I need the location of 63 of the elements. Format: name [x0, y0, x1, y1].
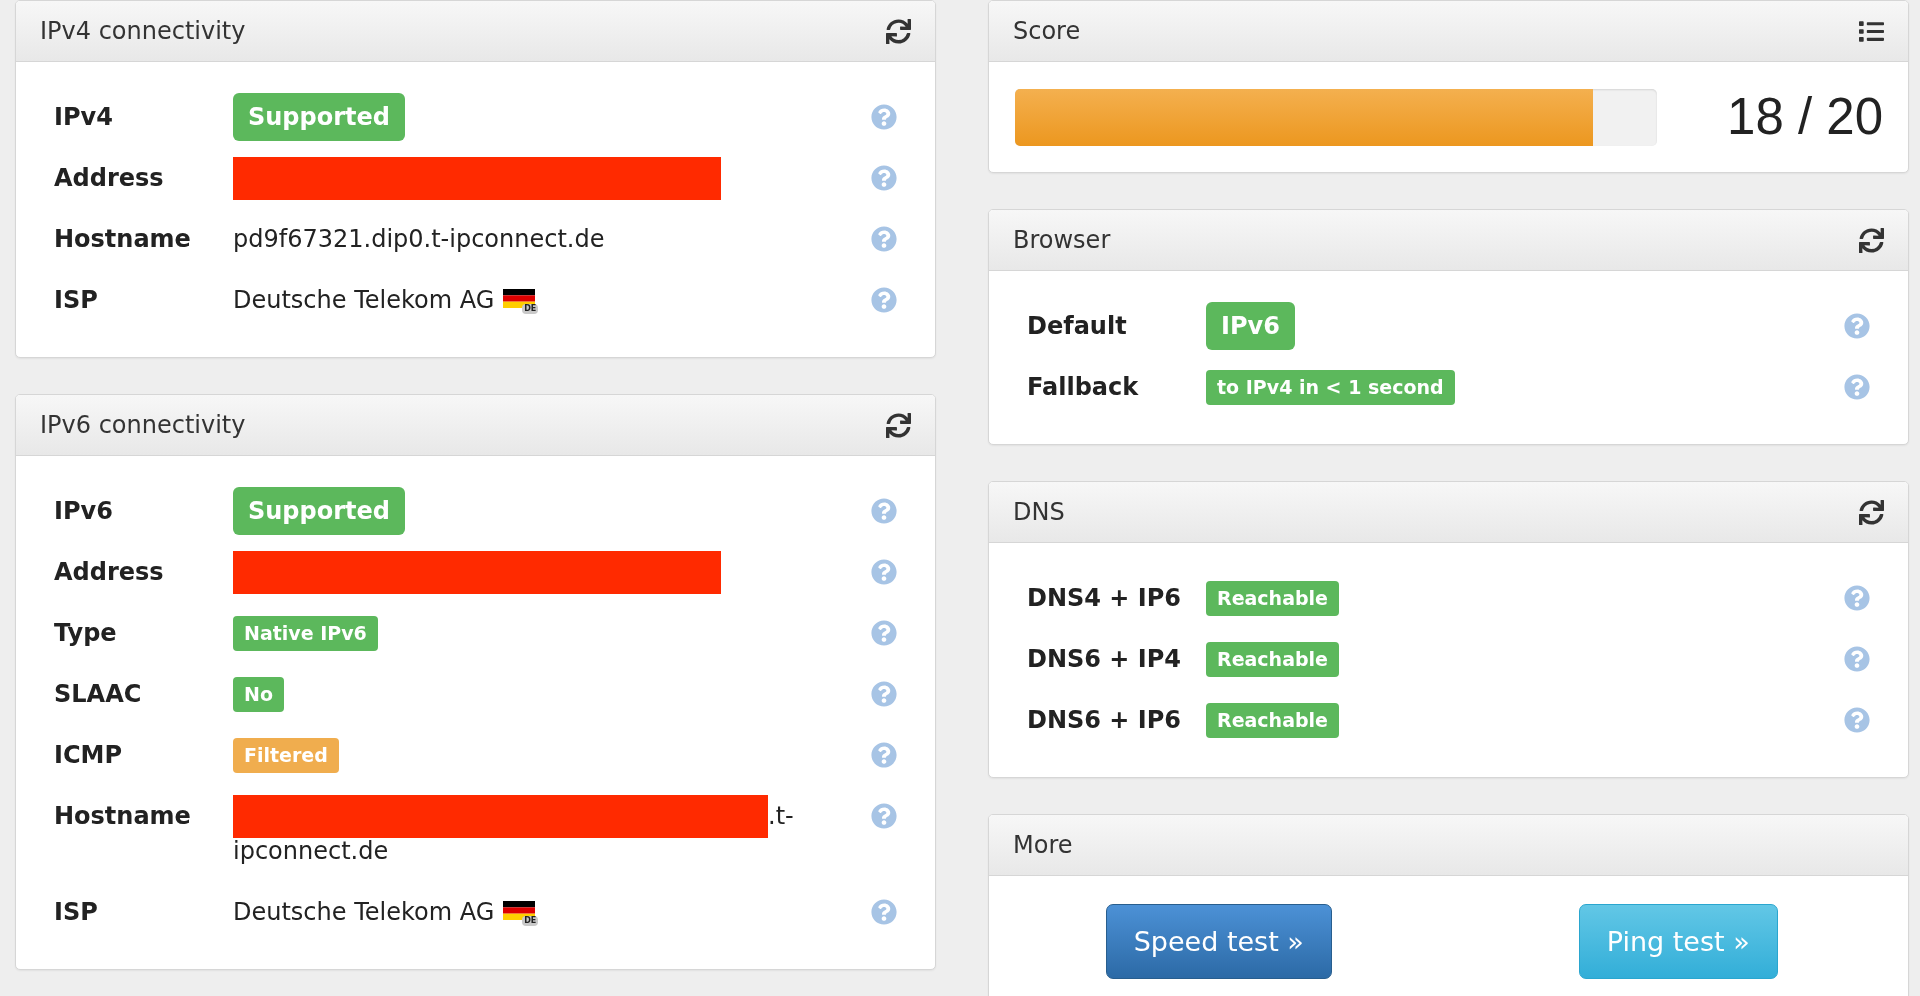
row-label: IPv6 [54, 496, 114, 527]
action-button[interactable]: Speed test » [1105, 904, 1332, 979]
panel-title: Browser [1013, 225, 1111, 255]
panel-title: Score [1013, 16, 1081, 46]
status-badge: IPv6 [1206, 302, 1295, 350]
help-icon[interactable] [871, 165, 897, 191]
row-label: Address [54, 557, 165, 588]
row-label: Type [54, 618, 118, 649]
list-icon[interactable] [1859, 18, 1884, 44]
panel-title: DNS [1013, 497, 1065, 527]
row-label: ICMP [54, 740, 123, 771]
row-label: DNS6 + IP4 [1027, 644, 1183, 675]
help-icon[interactable] [1844, 707, 1870, 733]
panel-title: More [1013, 830, 1073, 860]
help-icon[interactable] [871, 226, 897, 252]
row-label: Hostname [54, 801, 192, 832]
help-icon[interactable] [871, 498, 897, 524]
status-badge: Reachable [1206, 703, 1339, 738]
refresh-icon[interactable] [1859, 227, 1884, 253]
help-icon[interactable] [1844, 585, 1870, 611]
row-label: SLAAC [54, 679, 143, 710]
status-badge: to IPv4 in < 1 second [1206, 370, 1455, 405]
row-label: ISP [54, 897, 99, 928]
panel-title: IPv6 connectivity [40, 410, 246, 440]
status-badge: Reachable [1206, 642, 1339, 677]
row-label: DNS4 + IP6 [1027, 583, 1183, 614]
help-icon[interactable] [871, 620, 897, 646]
row-label: Default [1027, 311, 1128, 342]
status-badge: Supported [233, 93, 405, 141]
status-badge: No [233, 677, 284, 712]
value-text: pd9f67321.dip0.t-ipconnect.de [233, 225, 605, 253]
help-icon[interactable] [871, 803, 897, 829]
status-badge: Filtered [233, 738, 339, 773]
help-icon[interactable] [871, 104, 897, 130]
isp-name: Deutsche Telekom AG [233, 898, 495, 926]
status-badge: Supported [233, 487, 405, 535]
help-icon[interactable] [871, 742, 897, 768]
help-icon[interactable] [871, 287, 897, 313]
row-label: DNS6 + IP6 [1027, 705, 1183, 736]
hostname-text: ipconnect.de [233, 836, 389, 867]
action-button[interactable]: Ping test » [1578, 904, 1778, 979]
refresh-icon[interactable] [1859, 499, 1884, 525]
row-label: Hostname [54, 224, 192, 255]
help-icon[interactable] [871, 559, 897, 585]
panel-title: IPv4 connectivity [40, 16, 246, 46]
row-label: ISP [54, 285, 99, 316]
refresh-icon[interactable] [886, 412, 911, 438]
help-icon[interactable] [1844, 313, 1870, 339]
row-label: Fallback [1027, 372, 1140, 403]
status-badge: Reachable [1206, 581, 1339, 616]
refresh-icon[interactable] [886, 18, 911, 44]
country-code: DE [522, 303, 539, 314]
help-icon[interactable] [871, 681, 897, 707]
status-badge: Native IPv6 [233, 616, 378, 651]
hostname-text: .t- [768, 802, 794, 830]
isp-name: Deutsche Telekom AG [233, 286, 495, 314]
score-text: 18 / 20 [1727, 88, 1883, 146]
help-icon[interactable] [1844, 646, 1870, 672]
row-label: IPv4 [54, 102, 114, 133]
country-code: DE [522, 915, 539, 926]
help-icon[interactable] [871, 899, 897, 925]
help-icon[interactable] [1844, 374, 1870, 400]
row-label: Address [54, 163, 165, 194]
